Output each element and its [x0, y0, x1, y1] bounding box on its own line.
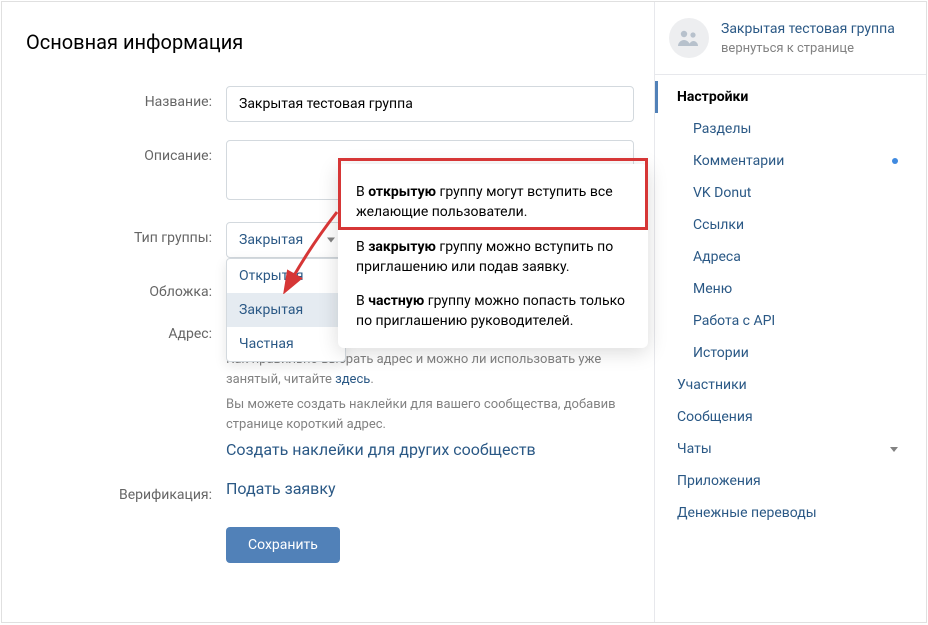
- description-label: Описание:: [26, 140, 226, 164]
- group-avatar-icon: [669, 18, 709, 58]
- sidebar-item-label: Меню: [693, 281, 732, 297]
- row-verification: Верификация: Подать заявку: [26, 479, 634, 503]
- dropdown-option-private[interactable]: Частная: [227, 327, 345, 361]
- sidebar-item-label: Денежные переводы: [677, 505, 817, 521]
- sidebar-item-9[interactable]: Участники: [655, 369, 926, 401]
- sidebar-item-label: Разделы: [693, 121, 751, 137]
- sidebar-item-label: Адреса: [693, 249, 741, 265]
- name-input[interactable]: [226, 86, 634, 122]
- group-type-selected: Закрытая: [239, 232, 303, 248]
- sidebar-item-4[interactable]: Ссылки: [655, 209, 926, 241]
- sidebar-header: Закрытая тестовая группа вернуться к стр…: [655, 2, 926, 75]
- sidebar-item-label: Истории: [693, 345, 749, 361]
- save-button[interactable]: Сохранить: [226, 527, 340, 563]
- row-name: Название:: [26, 86, 634, 122]
- cover-label: Обложка:: [26, 276, 226, 300]
- group-type-dropdown: Открытая Закрытая Частная: [226, 258, 346, 362]
- sidebar-nav: Настройки Разделы Комментарии VK Donut Ссылк…: [655, 75, 926, 622]
- dropdown-option-closed[interactable]: Закрытая: [227, 293, 345, 327]
- sidebar-item-label: VK Donut: [693, 185, 751, 201]
- sidebar-group-name-link[interactable]: Закрытая тестовая группа: [721, 20, 895, 38]
- page-title: Основная информация: [26, 30, 634, 54]
- sidebar-item-1[interactable]: Разделы: [655, 113, 926, 145]
- sidebar-item-label: Настройки: [677, 89, 748, 105]
- group-type-tooltip: В открытую группу могут вступить все жел…: [338, 164, 648, 348]
- sidebar-item-10[interactable]: Сообщения: [655, 401, 926, 433]
- chevron-down-icon: [327, 238, 335, 243]
- notification-dot-icon: [892, 158, 898, 164]
- address-help-link-here[interactable]: здесь: [335, 372, 370, 387]
- sidebar-item-8[interactable]: Истории: [655, 337, 926, 369]
- sidebar-item-label: Приложения: [677, 473, 761, 489]
- sidebar-item-11[interactable]: Чаты: [655, 433, 926, 465]
- verification-label: Верификация:: [26, 479, 226, 503]
- name-label: Название:: [26, 86, 226, 110]
- chevron-down-icon: [890, 447, 898, 452]
- sidebar-item-label: Комментарии: [693, 153, 784, 169]
- sidebar-item-12[interactable]: Приложения: [655, 465, 926, 497]
- sidebar-item-label: Чаты: [677, 441, 712, 457]
- sidebar-item-label: Ссылки: [693, 217, 744, 233]
- sidebar-item-label: Работа с API: [693, 313, 775, 329]
- address-label: Адрес:: [26, 318, 226, 342]
- group-type-select[interactable]: Закрытая: [226, 222, 346, 258]
- sidebar-item-0[interactable]: Настройки: [655, 81, 926, 113]
- sidebar-back-text: вернуться к странице: [721, 41, 895, 56]
- dropdown-option-open[interactable]: Открытая: [227, 259, 345, 293]
- sidebar-item-6[interactable]: Меню: [655, 273, 926, 305]
- sidebar-item-13[interactable]: Денежные переводы: [655, 497, 926, 529]
- group-type-label: Тип группы:: [26, 222, 226, 246]
- sidebar-item-label: Участники: [677, 377, 747, 393]
- address-help-2: Вы можете создать наклейки для вашего со…: [226, 395, 634, 434]
- sidebar-item-5[interactable]: Адреса: [655, 241, 926, 273]
- verification-apply-link[interactable]: Подать заявку: [226, 479, 336, 498]
- sidebar-item-2[interactable]: Комментарии: [655, 145, 926, 177]
- create-stickers-link[interactable]: Создать наклейки для других сообществ: [226, 440, 536, 459]
- sidebar-item-3[interactable]: VK Donut: [655, 177, 926, 209]
- sidebar-item-label: Сообщения: [677, 409, 753, 425]
- sidebar-item-7[interactable]: Работа с API: [655, 305, 926, 337]
- sidebar: Закрытая тестовая группа вернуться к стр…: [654, 2, 926, 622]
